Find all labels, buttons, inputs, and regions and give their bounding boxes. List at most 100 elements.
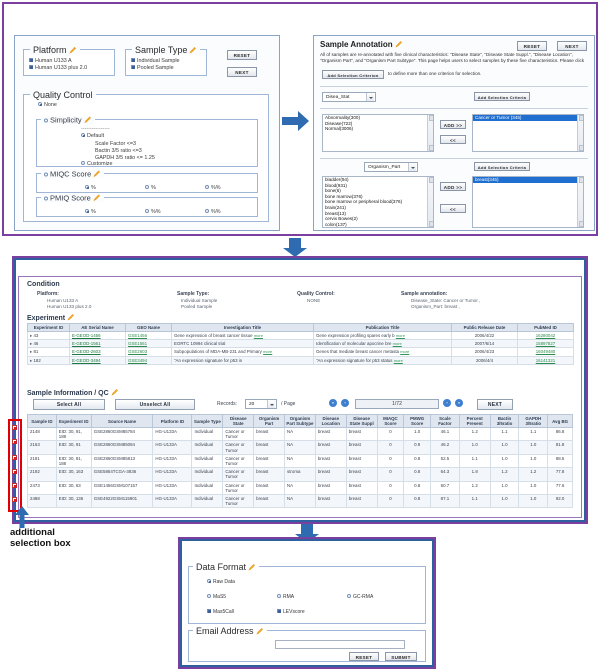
raw-data-option[interactable]: Raw Data <box>207 579 235 585</box>
expand-icon[interactable]: ▸ <box>30 358 32 363</box>
radio-icon[interactable] <box>85 185 89 189</box>
col-gapdh-ratio[interactable]: GAPDH 3/5ratio <box>518 414 549 428</box>
checkbox-icon[interactable] <box>131 65 135 69</box>
radio-icon[interactable] <box>277 594 281 598</box>
radio-icon[interactable] <box>347 594 351 598</box>
checkbox-icon[interactable] <box>29 58 33 62</box>
list-item-selected[interactable]: Cancer or Tumor (345) <box>473 115 583 121</box>
records-per-page-select[interactable]: 20 <box>245 399 277 409</box>
criterion2-add-button[interactable]: ADD >> <box>440 182 466 191</box>
table-row[interactable]: ▸ 81 E-GEOD-2603 GSE2603 Subpopulations … <box>27 347 574 357</box>
unselect-all-button[interactable]: Unselect All <box>115 399 195 410</box>
expand-icon[interactable]: ▸ <box>30 349 32 354</box>
part2-reset-button[interactable]: RESET <box>517 41 547 51</box>
criterion1-remove-button[interactable]: << Remove <box>440 135 466 144</box>
email-input[interactable] <box>275 640 405 649</box>
criterion1-selected-list[interactable]: Cancer or Tumor (345) <box>472 114 584 152</box>
radio-icon[interactable] <box>205 185 209 189</box>
rma-option[interactable]: RMA <box>277 594 294 600</box>
last-page-button[interactable]: » <box>455 399 463 407</box>
radio-icon[interactable] <box>44 196 48 201</box>
pmiq-option-0[interactable]: % <box>85 209 96 215</box>
checkbox-icon[interactable] <box>277 609 281 613</box>
next-page-button[interactable]: › <box>443 399 451 407</box>
radio-icon[interactable] <box>38 102 42 106</box>
ae-link[interactable]: E-GEOD-1561 <box>72 341 101 346</box>
part1-next-button[interactable]: NEXT <box>227 67 257 77</box>
first-page-button[interactable]: « <box>329 399 337 407</box>
miqc-option-2[interactable]: %% <box>205 185 221 191</box>
platform-option-0[interactable]: Human U133 A <box>29 58 72 64</box>
col-source-name[interactable]: Source Name <box>90 414 154 428</box>
list-item[interactable]: Normal(3006) <box>323 126 433 132</box>
radio-icon[interactable] <box>205 209 209 213</box>
list-item-selected[interactable]: breast(345) <box>473 177 583 183</box>
ae-link[interactable]: E-GEOD-2603 <box>72 349 101 354</box>
checkbox-icon[interactable] <box>29 65 33 69</box>
radio-icon[interactable] <box>145 185 149 189</box>
radio-icon[interactable] <box>207 579 211 583</box>
part1-reset-button[interactable]: RESET <box>227 50 257 60</box>
pmiq-option-1[interactable]: %% <box>145 209 161 215</box>
col-sample-id[interactable]: Sample ID <box>27 414 57 428</box>
col-organism-part[interactable]: Organism Part <box>253 414 286 428</box>
pubmed-link[interactable]: 16141321 <box>536 358 556 363</box>
expand-icon[interactable]: ▸ <box>30 341 32 346</box>
criterion2-available-list[interactable]: bladder(94) blood(931) bone(6) bone marr… <box>322 176 434 228</box>
table-row[interactable]: ▸ 43 E-GEOD-1456 GSE1456 Gene expression… <box>27 330 574 341</box>
more-link[interactable]: more <box>263 349 272 354</box>
radio-icon[interactable] <box>44 118 48 123</box>
geo-link[interactable]: GSE1456 <box>128 333 147 338</box>
chevron-down-icon[interactable] <box>408 163 416 171</box>
table-row[interactable]: ▸ 182 E-GEOD-3494 GSE3494 "An expression… <box>27 355 574 365</box>
col-pmwg-score[interactable]: PMWG Score <box>403 414 432 428</box>
more-link[interactable]: more <box>393 341 402 346</box>
more-link[interactable]: more <box>400 349 409 354</box>
radio-icon[interactable] <box>85 209 89 213</box>
more-link[interactable]: more <box>254 333 263 338</box>
data-format-reset-button[interactable]: RESET <box>349 652 379 661</box>
radio-icon[interactable] <box>145 209 149 213</box>
expand-icon[interactable]: ▸ <box>30 333 32 338</box>
criterion1-available-list[interactable]: Abnormality(300) Disease(722) Normal(300… <box>322 114 434 152</box>
qc-none-option[interactable]: None <box>38 102 57 108</box>
criterion2-remove-button[interactable]: << Remove <box>440 204 466 213</box>
col-experiment-id[interactable]: Experiment ID <box>55 414 92 428</box>
sample-type-option-1[interactable]: Pooled Sample <box>131 65 174 71</box>
row-checkbox[interactable] <box>12 439 17 444</box>
radio-icon[interactable] <box>81 161 85 165</box>
col-miaqc-score[interactable]: MIAQC Score <box>376 414 405 428</box>
table-row[interactable]: ▸ 46 E-GEOD-1561 GSE1561 EORTC 10994 cli… <box>27 339 574 349</box>
checkbox-icon[interactable] <box>131 58 135 62</box>
prev-page-button[interactable]: ‹ <box>341 399 349 407</box>
pmiq-option-2[interactable]: %% <box>205 209 221 215</box>
pubmed-link[interactable]: 15897827 <box>536 341 556 346</box>
scrollbar-vertical[interactable] <box>577 115 583 151</box>
col-disease-state-suppl[interactable]: Disease State Suppl <box>345 414 378 428</box>
part2-next-button[interactable]: NEXT <box>557 41 587 51</box>
pubmed-link[interactable]: 16049480 <box>536 349 556 354</box>
mas5-option[interactable]: MaS5 <box>207 594 226 600</box>
miqc-option-0[interactable]: % <box>85 185 96 191</box>
platform-option-1[interactable]: Human U133 plus 2.0 <box>29 65 87 71</box>
add-selection-criteria-button-1[interactable]: Add Selection Criteria <box>474 92 530 101</box>
radio-icon[interactable] <box>207 594 211 598</box>
col-organism-part-subtype[interactable]: Organism Part Subtype <box>284 414 316 428</box>
page-indicator[interactable]: 1/72 <box>355 399 439 409</box>
more-link[interactable]: more <box>396 333 405 338</box>
col-bactin-ratio[interactable]: Bactin 3/5ratio <box>489 414 520 428</box>
sample-type-option-0[interactable]: Individual Sample <box>131 58 180 64</box>
table-row[interactable]: 2163 EID: 30, 91 GSE2860GSM85084 HG-U133… <box>27 440 573 455</box>
scrollbar-vertical[interactable] <box>577 177 583 227</box>
sample-next-button[interactable]: NEXT <box>477 399 513 410</box>
geo-link[interactable]: GSE3494 <box>128 358 147 363</box>
row-checkbox[interactable] <box>12 497 17 502</box>
chevron-down-icon[interactable] <box>366 93 374 101</box>
simplicity-customize-option[interactable]: Customize <box>81 161 112 167</box>
add-selection-criteria-button-2[interactable]: Add Selection Criteria <box>474 162 530 171</box>
col-scale-factor[interactable]: Scale Factor <box>430 414 460 428</box>
more-link[interactable]: more <box>394 358 403 363</box>
ae-link[interactable]: E-GEOD-3494 <box>72 358 101 363</box>
col-percent-present[interactable]: Percent Present <box>458 414 491 428</box>
select-all-button[interactable]: Select All <box>33 399 105 410</box>
